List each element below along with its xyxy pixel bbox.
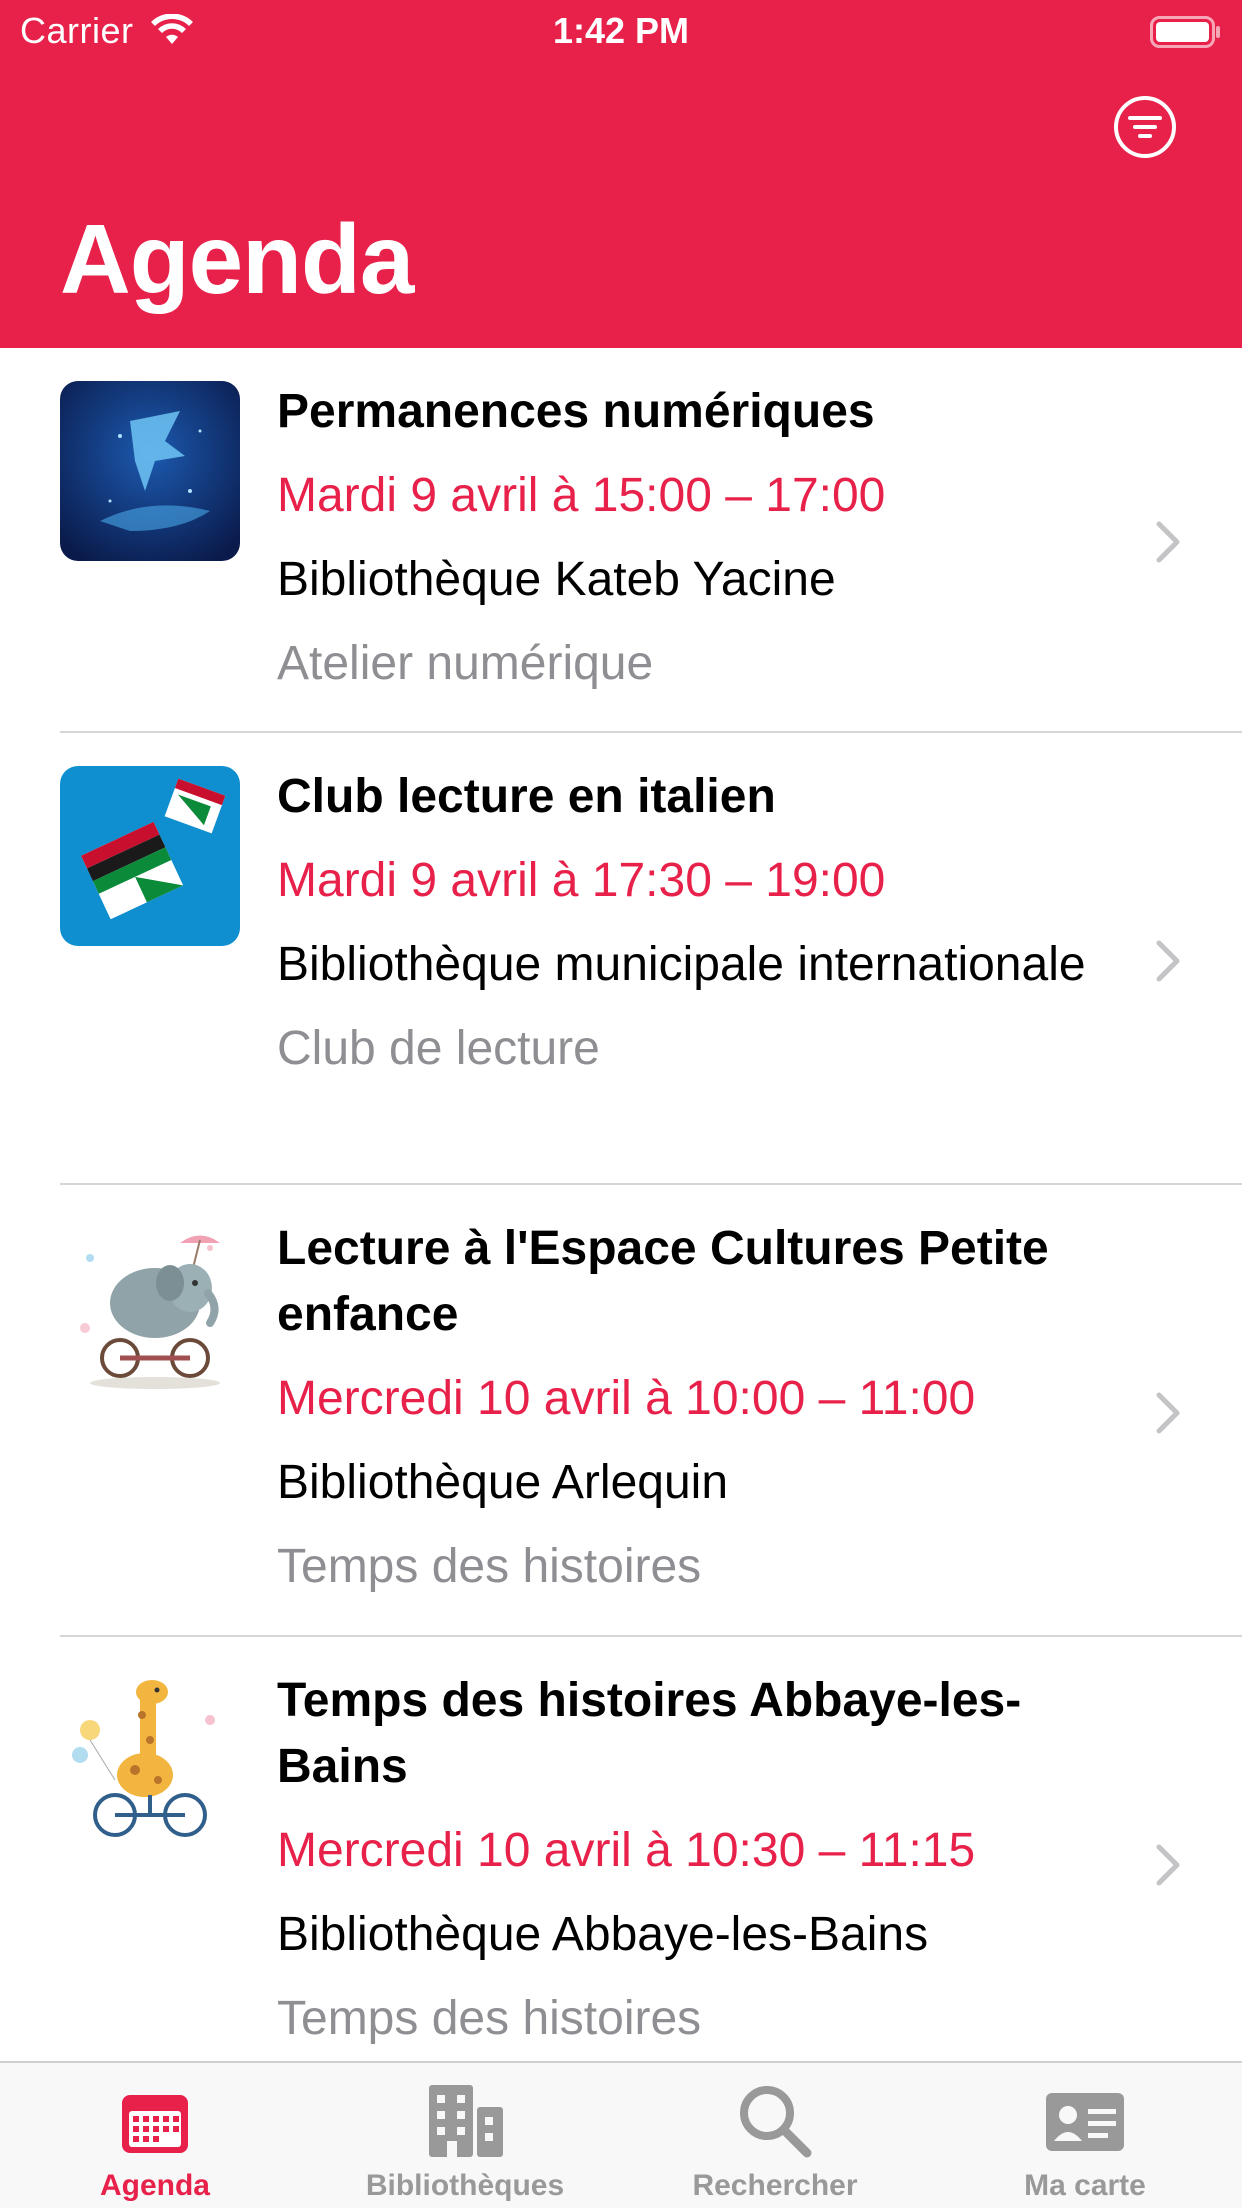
page-title: Agenda xyxy=(60,204,414,314)
event-date: Mardi 9 avril à 17:30 – 19:00 xyxy=(277,854,886,907)
event-date: Mercredi 10 avril à 10:00 – 11:00 xyxy=(277,1372,976,1425)
tab-label: Rechercher xyxy=(692,2169,858,2202)
event-venue: Bibliothèque Kateb Yacine xyxy=(277,553,836,606)
chevron-right-icon xyxy=(1156,1392,1180,1434)
tab-bibliotheques[interactable]: Bibliothèques xyxy=(310,2081,620,2208)
status-time: 1:42 PM xyxy=(552,10,690,51)
event-row[interactable]: Lecture à l'Espace Cultures Petite enfan… xyxy=(0,1185,1242,1637)
event-date: Mercredi 10 avril à 10:30 – 11:15 xyxy=(277,1824,976,1877)
event-title: Club lecture en italien xyxy=(277,770,776,823)
event-title: Lecture à l'Espace Cultures Petite enfan… xyxy=(277,1222,1049,1341)
giraffe-bicycle-image xyxy=(60,1670,240,1850)
event-venue: Bibliothèque municipale internationale xyxy=(277,938,1086,991)
tab-label: Bibliothèques xyxy=(365,2169,565,2202)
event-thumbnail xyxy=(60,766,240,946)
event-text: Temps des histoires Abbaye-les-Bains Mer… xyxy=(277,1668,1127,2052)
calendar-icon xyxy=(122,2095,188,2153)
event-text: Lecture à l'Espace Cultures Petite enfan… xyxy=(277,1216,1127,1600)
event-title: Temps des histoires Abbaye-les-Bains xyxy=(277,1674,1022,1793)
event-text: Permanences numériques Mardi 9 avril à 1… xyxy=(277,379,1127,697)
chevron-right-icon xyxy=(1156,521,1180,563)
search-icon xyxy=(740,2086,812,2158)
event-category: Club de lecture xyxy=(277,1022,600,1075)
buildings-icon xyxy=(429,2085,503,2157)
event-row[interactable]: Temps des histoires Abbaye-les-Bains Mer… xyxy=(0,1637,1242,2061)
event-thumbnail xyxy=(60,1218,240,1398)
event-list[interactable]: Permanences numériques Mardi 9 avril à 1… xyxy=(0,348,1242,2061)
navigation-header: Carrier 1:42 PM Agenda xyxy=(0,0,1242,348)
event-title: Permanences numériques xyxy=(277,385,875,438)
battery-icon xyxy=(1150,16,1220,48)
elephant-bicycle-image xyxy=(60,1218,240,1398)
event-row[interactable]: Club lecture en italien Mardi 9 avril à … xyxy=(0,733,1242,1185)
digital-bird-hand-image xyxy=(60,381,240,561)
event-row[interactable]: Permanences numériques Mardi 9 avril à 1… xyxy=(0,348,1242,733)
event-category: Temps des histoires xyxy=(277,1540,702,1593)
event-category: Atelier numérique xyxy=(277,637,654,690)
tab-label: Agenda xyxy=(99,2169,210,2202)
event-thumbnail xyxy=(60,381,240,561)
agenda-screen: Carrier 1:42 PM Agenda Permanences numér… xyxy=(0,0,1242,2208)
tab-agenda[interactable]: Agenda xyxy=(0,2081,310,2208)
event-venue: Bibliothèque Arlequin xyxy=(277,1456,729,1509)
books-flying-image xyxy=(60,766,240,946)
chevron-right-icon xyxy=(1156,940,1180,982)
event-venue: Bibliothèque Abbaye-les-Bains xyxy=(277,1908,929,1961)
chevron-right-icon xyxy=(1156,1844,1180,1886)
tab-label: Ma carte xyxy=(1024,2169,1146,2202)
tab-rechercher[interactable]: Rechercher xyxy=(620,2081,930,2208)
event-category: Temps des histoires xyxy=(277,1992,702,2045)
filter-icon[interactable] xyxy=(1113,95,1177,159)
tab-bar: Agenda Bibliothèques Rechercher Ma carte xyxy=(0,2061,1242,2208)
status-bar: Carrier 1:42 PM xyxy=(0,0,1242,62)
tab-ma-carte[interactable]: Ma carte xyxy=(930,2081,1240,2208)
event-text: Club lecture en italien Mardi 9 avril à … xyxy=(277,764,1127,1082)
id-card-icon xyxy=(1046,2093,1124,2151)
event-date: Mardi 9 avril à 15:00 – 17:00 xyxy=(277,469,886,522)
event-thumbnail xyxy=(60,1670,240,1850)
